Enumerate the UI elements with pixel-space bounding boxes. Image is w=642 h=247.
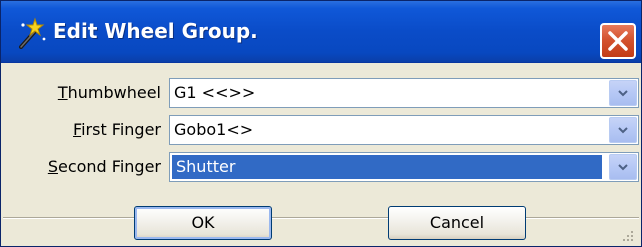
- edit-wheel-group-dialog: Edit Wheel Group. Thumbwheel G1 <<>> Fir…: [0, 0, 642, 247]
- wand-icon: [13, 17, 47, 49]
- dialog-body: Thumbwheel G1 <<>> First Finger Gobo1<> …: [3, 64, 639, 246]
- close-button[interactable]: [600, 23, 636, 59]
- thumbwheel-select[interactable]: G1 <<>>: [169, 78, 639, 108]
- first-finger-label: First Finger: [73, 120, 161, 139]
- ok-button[interactable]: OK: [134, 206, 272, 240]
- first-finger-select[interactable]: Gobo1<>: [169, 115, 639, 145]
- second-finger-dropdown-button[interactable]: [609, 154, 637, 180]
- first-finger-dropdown-button[interactable]: [609, 117, 637, 143]
- thumbwheel-value: G1 <<>>: [174, 83, 256, 102]
- second-finger-select[interactable]: Shutter: [169, 152, 639, 182]
- thumbwheel-label: Thumbwheel: [57, 83, 161, 102]
- thumbwheel-dropdown-button[interactable]: [609, 80, 637, 106]
- first-finger-value: Gobo1<>: [174, 120, 254, 139]
- resize-grip-icon[interactable]: [621, 228, 635, 242]
- title-bar[interactable]: Edit Wheel Group.: [1, 1, 641, 63]
- cancel-button[interactable]: Cancel: [388, 206, 526, 240]
- window-title: Edit Wheel Group.: [53, 19, 258, 43]
- button-row-divider: [3, 217, 639, 219]
- second-finger-value: Shutter: [172, 155, 602, 179]
- second-finger-label: Second Finger: [47, 157, 161, 176]
